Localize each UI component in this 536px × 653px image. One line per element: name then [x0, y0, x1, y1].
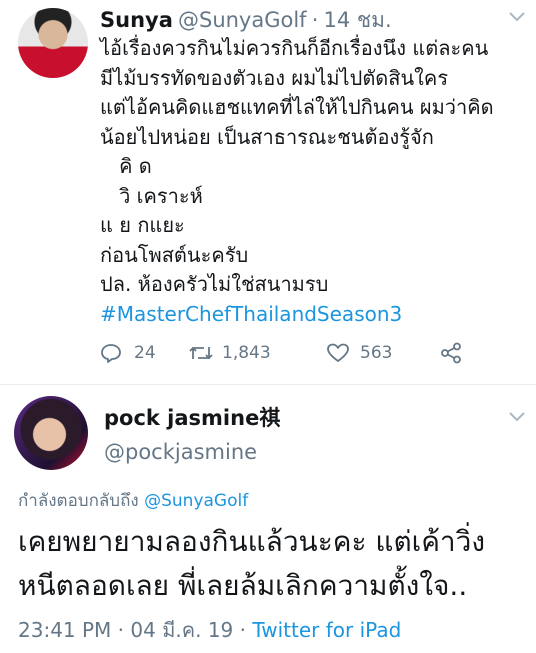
- tweet1-separator: ·: [311, 8, 319, 32]
- chevron-down-icon[interactable]: [507, 10, 527, 24]
- chevron-down-icon[interactable]: [507, 410, 527, 424]
- tweet2-line: หนีตลอดเลย พี่เลยล้มเลิกความตั้งใจ..: [18, 569, 468, 602]
- tweet1-line: ปล. ห้องครัวไม่ใช่สนามรบ: [100, 272, 329, 296]
- like-button[interactable]: 563: [326, 342, 392, 364]
- tweet1-line: ไอ้เรื่องควรกินไม่ควรกินก็อีกเรื่องนึง แ…: [100, 36, 489, 60]
- tweet1-header: Sunya @SunyaGolf · 14 ชม.: [100, 4, 392, 37]
- retweet-count: 1,843: [222, 343, 271, 363]
- tweet-divider: [0, 384, 536, 385]
- tweet1-hashtag-link[interactable]: #MasterChefThailandSeason3: [100, 300, 494, 330]
- tweet2-line: เคยพยายามลองกินแล้วนะคะ แต่เค้าวิ่ง: [18, 525, 486, 558]
- share-icon[interactable]: [440, 342, 462, 364]
- tweet1-body: ไอ้เรื่องควรกินไม่ควรกินก็อีกเรื่องนึง แ…: [100, 34, 494, 329]
- tweet1-line: แ ย กแยะ: [100, 213, 185, 237]
- like-count: 563: [360, 343, 393, 363]
- replying-to-label: กำลังตอบกลับถึง: [18, 491, 139, 511]
- retweet-icon: [188, 342, 214, 364]
- tweet2-meta: 23:41 PM · 04 มี.ค. 19 · Twitter for iPa…: [18, 614, 401, 646]
- tweet1-time[interactable]: 14 ชม.: [323, 8, 391, 32]
- tweet1-display-name[interactable]: Sunya: [100, 8, 173, 32]
- tweet1-line: คิ ด: [100, 154, 152, 178]
- tweet1-line: มีไม้บรรทัดของตัวเอง ผมไม่ไปตัดสินใคร: [100, 65, 449, 90]
- tweet1-line: วิ เคราะห์: [100, 183, 203, 208]
- tweet1-line: น้อยไปหน่อย เป็นสาธารณะชนต้องรู้จัก: [100, 124, 434, 149]
- replying-to: กำลังตอบกลับถึง @SunyaGolf: [18, 487, 248, 514]
- tweet2-handle[interactable]: @pockjasmine: [104, 440, 257, 464]
- tweet1-line: ก่อนโพสต์นะครับ: [100, 242, 249, 267]
- reply-button[interactable]: 24: [100, 342, 156, 364]
- reply-count: 24: [134, 343, 156, 363]
- retweet-button[interactable]: 1,843: [188, 342, 271, 364]
- avatar-sunya[interactable]: [18, 8, 88, 78]
- tweet1-action-bar: 24 1,843 563: [100, 342, 500, 368]
- tweet2-source-link[interactable]: Twitter for iPad: [252, 618, 401, 642]
- tweet2-display-name[interactable]: pock jasmine祺: [104, 402, 280, 432]
- tweet1-line: แต่ไอ้คนคิดแฮชแทคที่ไล่ให้ไปกินคน ผมว่าค…: [100, 95, 494, 119]
- heart-icon: [326, 342, 350, 364]
- reply-icon: [100, 342, 122, 364]
- avatar-pockjasmine[interactable]: [14, 396, 88, 470]
- tweet2-timestamp: 23:41 PM · 04 มี.ค. 19 ·: [18, 618, 253, 642]
- tweet2-body: เคยพยายามลองกินแล้วนะคะ แต่เค้าวิ่ง หนีต…: [18, 520, 485, 608]
- tweet1-handle[interactable]: @SunyaGolf: [178, 8, 307, 32]
- replying-to-mention[interactable]: @SunyaGolf: [144, 491, 248, 511]
